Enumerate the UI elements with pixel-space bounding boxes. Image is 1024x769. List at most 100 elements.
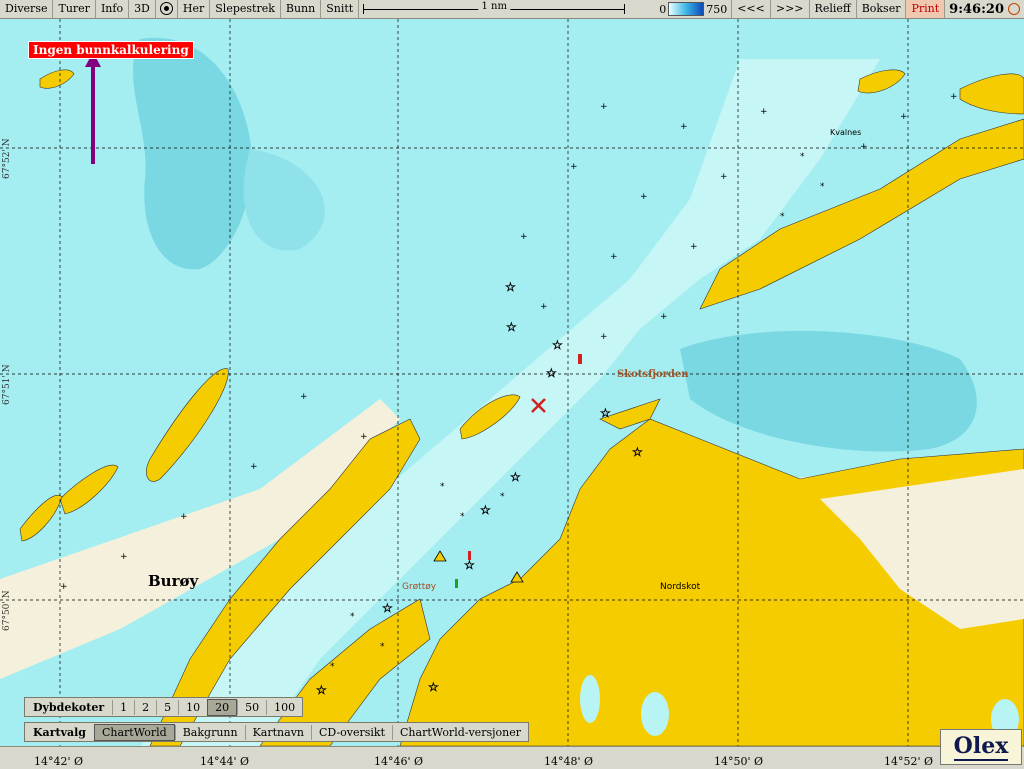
svg-text:+: + <box>250 462 258 472</box>
svg-text:☆: ☆ <box>600 406 611 420</box>
svg-text:+: + <box>600 102 608 112</box>
svg-text:+: + <box>610 252 618 262</box>
longitude-bar: 14°42' Ø 14°44' Ø 14°46' Ø 14°48' Ø 14°5… <box>0 746 1024 769</box>
svg-text:+: + <box>120 552 128 562</box>
svg-text:+: + <box>680 122 688 132</box>
svg-text:☆: ☆ <box>632 445 643 459</box>
depth-contours-title: Dybdekoter <box>33 700 105 714</box>
menu-turer[interactable]: Turer <box>53 0 96 18</box>
lon-label-2: 14°44' Ø <box>200 755 250 768</box>
nav-back-button[interactable]: <<< <box>732 0 771 18</box>
svg-text:☆: ☆ <box>464 558 475 572</box>
chart-option-chartworld-versjoner[interactable]: ChartWorld-versjoner <box>392 724 528 740</box>
lon-label-5: 14°50' Ø <box>714 755 764 768</box>
depth-gradient[interactable]: 0 750 <box>655 0 733 18</box>
menu-info[interactable]: Info <box>96 0 130 18</box>
svg-text:+: + <box>60 582 68 592</box>
svg-text:☆: ☆ <box>316 683 327 697</box>
svg-text:☆: ☆ <box>505 280 516 294</box>
chart-select-title: Kartvalg <box>33 725 86 739</box>
lon-label-6: 14°52' Ø <box>884 755 934 768</box>
lake-1 <box>580 675 600 723</box>
chart-option-bakgrunn[interactable]: Bakgrunn <box>174 724 245 740</box>
svg-text:+: + <box>690 242 698 252</box>
chart-option-chartworld[interactable]: ChartWorld <box>93 723 175 741</box>
depth-option-10[interactable]: 10 <box>178 699 207 715</box>
svg-text:*: * <box>460 512 465 522</box>
svg-text:*: * <box>350 612 355 622</box>
chart-map[interactable]: + + + + + + + + + + + + + + + + + + * * * * * * * * * + + + … <box>0 19 1024 746</box>
menu-diverse[interactable]: Diverse <box>0 0 54 18</box>
lat-label-1: 67°52' N <box>2 138 12 179</box>
svg-text:*: * <box>380 642 385 652</box>
lat-label-2: 67°51' N <box>2 364 12 405</box>
svg-text:☆: ☆ <box>480 503 491 517</box>
depth-option-100[interactable]: 100 <box>266 699 302 715</box>
scale-bar: 1 nm <box>363 0 626 18</box>
svg-text:*: * <box>780 212 785 222</box>
menu-3d[interactable]: 3D <box>129 0 156 18</box>
depth-option-5[interactable]: 5 <box>156 699 178 715</box>
relief-button[interactable]: Relieff <box>810 0 857 18</box>
svg-text:+: + <box>520 232 528 242</box>
svg-text:☆: ☆ <box>506 320 517 334</box>
clock-time: 9:46:20 <box>949 1 1004 17</box>
nav-forward-button[interactable]: >>> <box>771 0 810 18</box>
svg-text:+: + <box>950 92 958 102</box>
top-toolbar: Diverse Turer Info 3D Her Slepestrek Bun… <box>0 0 1024 19</box>
olex-logo: Olex <box>940 729 1022 765</box>
menu-snitt[interactable]: Snitt <box>321 0 360 18</box>
depth-option-50[interactable]: 50 <box>237 699 266 715</box>
svg-text:*: * <box>440 482 445 492</box>
depth-option-2[interactable]: 2 <box>134 699 156 715</box>
svg-text:+: + <box>540 302 548 312</box>
menu-slepestrek[interactable]: Slepestrek <box>210 0 281 18</box>
lake-2 <box>641 692 669 736</box>
svg-text:+: + <box>900 112 908 122</box>
chart-canvas: +++ +++ +++ +++ +++ +++ *** *** *** +++ … <box>0 19 1024 746</box>
depth-gradient-swatch <box>668 2 705 16</box>
svg-text:*: * <box>500 492 505 502</box>
bokser-button[interactable]: Bokser <box>857 0 907 18</box>
svg-text:☆: ☆ <box>546 366 557 380</box>
svg-text:+: + <box>660 312 668 322</box>
lon-label-3: 14°46' Ø <box>374 755 424 768</box>
svg-text:*: * <box>330 662 335 672</box>
svg-text:+: + <box>570 162 578 172</box>
svg-text:☆: ☆ <box>552 338 563 352</box>
svg-text:+: + <box>180 512 188 522</box>
chart-option-cd-oversikt[interactable]: CD-oversikt <box>311 724 392 740</box>
depth-option-1[interactable]: 1 <box>112 699 134 715</box>
svg-text:*: * <box>800 152 805 162</box>
menu-bunn[interactable]: Bunn <box>281 0 322 18</box>
clock: 9:46:20 <box>945 0 1024 18</box>
label-skotsfjorden: Skotsfjorden <box>617 369 689 380</box>
chart-select-panel: Kartvalg ChartWorld Bakgrunn Kartnavn CD… <box>24 722 529 742</box>
menu-her[interactable]: Her <box>178 0 211 18</box>
depth-option-20[interactable]: 20 <box>207 698 238 716</box>
lon-label-4: 14°48' Ø <box>544 755 594 768</box>
label-buroy: Burøy <box>148 572 199 590</box>
svg-text:+: + <box>360 432 368 442</box>
svg-text:☆: ☆ <box>510 470 521 484</box>
lat-label-3: 67°50' N <box>2 590 12 631</box>
svg-text:+: + <box>300 392 308 402</box>
svg-text:*: * <box>820 182 825 192</box>
svg-text:+: + <box>640 192 648 202</box>
target-icon[interactable] <box>156 0 178 18</box>
lon-label-1: 14°42' Ø <box>34 755 84 768</box>
depth-contours-panel: Dybdekoter 1 2 5 10 20 50 100 <box>24 697 304 717</box>
sun-icon <box>1008 3 1020 15</box>
print-button[interactable]: Print <box>906 0 946 18</box>
svg-text:☆: ☆ <box>382 601 393 615</box>
label-kvalnes: Kvalnes <box>830 128 861 137</box>
svg-text:+: + <box>600 332 608 342</box>
chart-option-kartnavn[interactable]: Kartnavn <box>244 724 311 740</box>
olex-logo-text: Olex <box>953 733 1009 761</box>
svg-text:+: + <box>860 142 868 152</box>
depth-min: 0 <box>659 2 667 16</box>
label-grotoy: Grøttøy <box>402 582 437 592</box>
scale-label: 1 nm <box>478 1 510 12</box>
svg-text:+: + <box>720 172 728 182</box>
no-bottom-calc-alert: Ingen bunnkalkulering <box>28 41 194 59</box>
